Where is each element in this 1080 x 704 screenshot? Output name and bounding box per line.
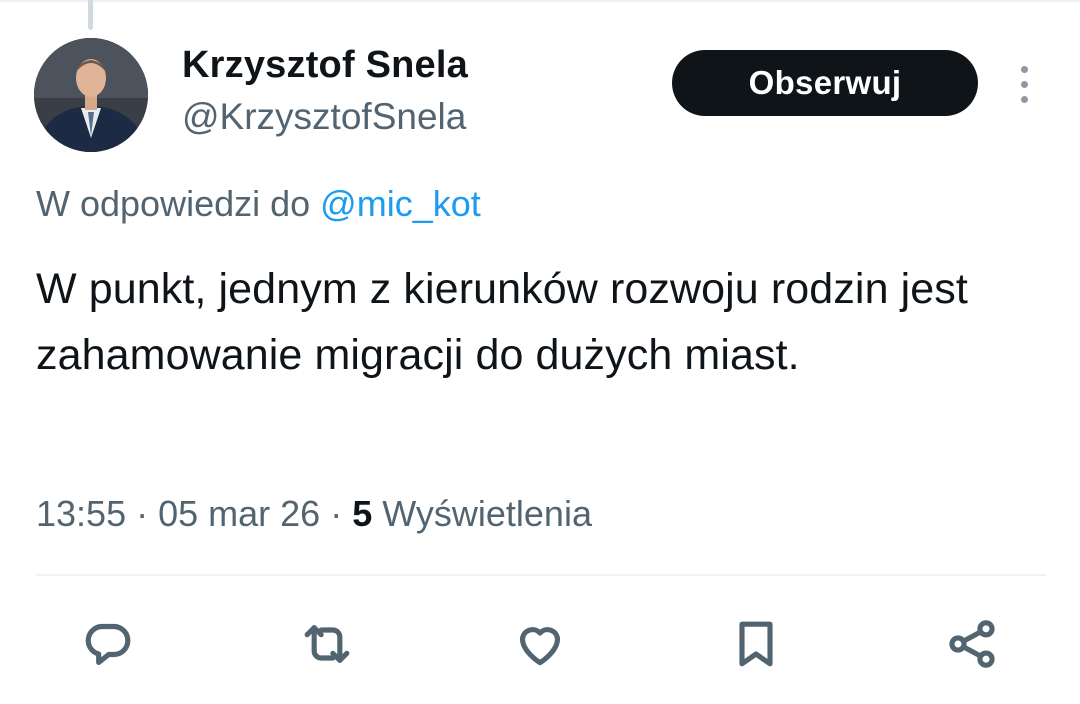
- thread-connector-line: [88, 0, 93, 30]
- more-vertical-icon[interactable]: [1006, 62, 1042, 106]
- reply-button[interactable]: [76, 612, 140, 676]
- like-button[interactable]: [508, 612, 572, 676]
- tweet-time[interactable]: 13:55: [36, 493, 126, 534]
- share-button[interactable]: [940, 612, 1004, 676]
- tweet-date[interactable]: 05 mar 26: [158, 493, 320, 534]
- author-handle[interactable]: @KrzysztofSnela: [182, 96, 466, 138]
- reply-prefix: W odpowiedzi do: [36, 183, 321, 224]
- tweet-meta: 13:55 · 05 mar 26 · 5 Wyświetlenia: [36, 493, 592, 535]
- share-icon: [949, 620, 995, 668]
- avatar[interactable]: [34, 38, 148, 152]
- action-bar: [0, 612, 1080, 676]
- heart-icon: [519, 627, 561, 666]
- views-count[interactable]: 5: [352, 493, 372, 534]
- author-name[interactable]: Krzysztof Snela: [182, 44, 468, 87]
- bookmark-button[interactable]: [724, 612, 788, 676]
- reply-context: W odpowiedzi do @mic_kot: [36, 183, 481, 225]
- bookmark-icon: [739, 621, 773, 667]
- tweet-text: W punkt, jednym z kierunków rozwoju rodz…: [36, 265, 968, 379]
- follow-button[interactable]: Obserwuj: [672, 50, 978, 116]
- more-dot: [1020, 80, 1028, 88]
- meta-separator: ·: [126, 493, 159, 534]
- top-divider: [0, 0, 1080, 2]
- more-dot: [1020, 95, 1028, 103]
- reply-mention-link[interactable]: @mic_kot: [320, 183, 481, 224]
- actions-divider: [36, 574, 1046, 576]
- retweet-button[interactable]: [295, 612, 359, 676]
- more-dot: [1020, 65, 1028, 73]
- views-label[interactable]: Wyświetlenia: [372, 493, 592, 534]
- meta-separator: ·: [320, 493, 353, 534]
- retweet-icon: [304, 625, 350, 663]
- tweet-detail: Krzysztof Snela @KrzysztofSnela Obserwuj…: [0, 0, 1080, 704]
- reply-icon: [85, 623, 131, 665]
